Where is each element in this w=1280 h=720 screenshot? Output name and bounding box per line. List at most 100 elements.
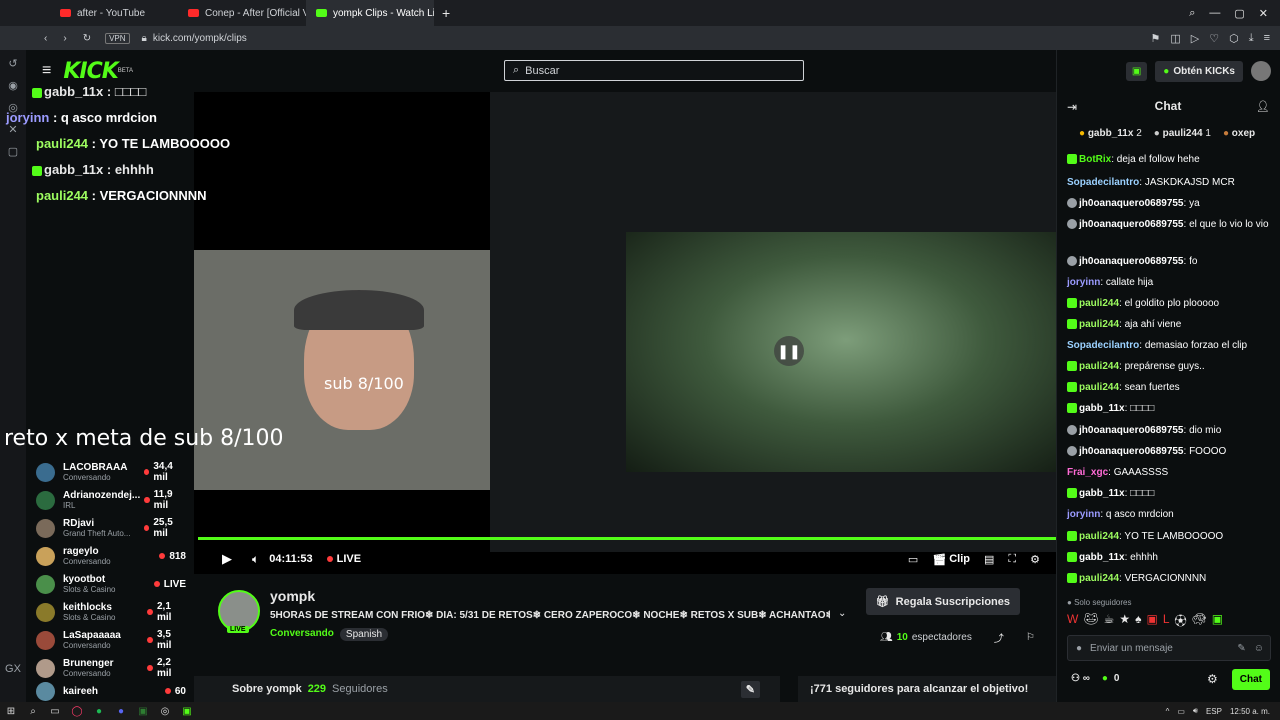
chat-username[interactable]: gabb_11x	[1079, 403, 1125, 414]
messenger-icon[interactable]: ◉	[0, 74, 26, 96]
tab-youtube-conep[interactable]: Conep - After [Official Vide	[178, 0, 306, 26]
emote-icon[interactable]: ☕︎	[1104, 612, 1115, 629]
sidebar-channel[interactable]: kyootbot Slots & Casino LIVE	[36, 570, 196, 598]
bookmark-icon[interactable]: ⚑	[1150, 32, 1160, 45]
get-kicks-button[interactable]: ● Obtén KICKs	[1155, 60, 1243, 82]
emote-icon[interactable]: ★	[1119, 612, 1130, 629]
player-icon[interactable]: ▷	[1191, 32, 1199, 45]
close-window-icon[interactable]: ✕	[1259, 7, 1268, 20]
file-explorer-icon[interactable]: ▭	[44, 702, 66, 720]
emote-icon[interactable]: 🐸︎	[1083, 612, 1098, 629]
video-progress-bar[interactable]	[198, 537, 1058, 540]
chat-username[interactable]: jh0oanaquero0689755	[1079, 256, 1184, 267]
download-icon[interactable]: ⤓	[1249, 32, 1254, 45]
search-icon[interactable]: ⌕	[22, 702, 44, 720]
chat-username[interactable]: pauli244	[1079, 319, 1119, 330]
user-avatar[interactable]	[1251, 61, 1271, 81]
tab-kick-clips[interactable]: yompk Clips - Watch Live c ×	[306, 0, 434, 26]
heart-icon[interactable]: ♡	[1209, 32, 1219, 45]
extensions-icon[interactable]: ⬡	[1229, 32, 1239, 45]
chat-settings-gear-icon[interactable]: ⚙	[1207, 672, 1218, 686]
channel-name[interactable]: yompk	[270, 588, 315, 604]
smile-icon[interactable]: ☺	[1254, 643, 1270, 654]
gx-icon[interactable]: GX	[0, 658, 26, 680]
sidebar-channel[interactable]: RDjavi Grand Theft Auto... 25,5 mil	[36, 514, 196, 542]
emote-picker-icon[interactable]: ✎	[1237, 643, 1245, 654]
gift-subs-button[interactable]: 🎁︎ Regala Suscripciones	[865, 588, 1020, 615]
chat-users-icon[interactable]: 👤︎	[1256, 100, 1270, 113]
sidebar-channel[interactable]: kaireeh 60	[36, 680, 196, 702]
gift-box-icon[interactable]: ▣	[1125, 61, 1148, 81]
chat-username[interactable]: Sopadecilantro	[1067, 340, 1139, 351]
category-link[interactable]: Conversando	[270, 628, 334, 641]
volume-tray-icon[interactable]: 🔊︎	[1193, 706, 1198, 716]
emote-icon[interactable]: ♠	[1135, 612, 1141, 629]
emote-icon[interactable]: W	[1067, 612, 1078, 629]
chat-username[interactable]: jh0oanaquero0689755	[1079, 425, 1184, 436]
minimize-icon[interactable]: —	[1209, 7, 1220, 20]
send-chat-button[interactable]: Chat	[1231, 669, 1270, 690]
sidebar-channel[interactable]: Brunenger Conversando 2,2 mil	[36, 654, 196, 682]
sidebar-channel[interactable]: rageylo Conversando 818	[36, 542, 196, 570]
emote-icon[interactable]: ▣	[1212, 612, 1223, 629]
back-icon[interactable]: ‹	[36, 33, 55, 44]
chat-username[interactable]: jh0oanaquero0689755	[1079, 219, 1184, 230]
settings-icon[interactable]: ⚙	[1030, 553, 1040, 566]
tray-chevron-icon[interactable]: ^	[1166, 707, 1170, 716]
chat-username[interactable]: joryinn	[1067, 509, 1100, 520]
opera-gx-icon[interactable]: ◯	[66, 702, 88, 720]
chat-username[interactable]: Sopadecilantro	[1067, 177, 1139, 188]
sidebar-channel[interactable]: LACOBRAAA Conversando 34,4 mil	[36, 458, 196, 486]
chat-username[interactable]: joryinn	[1067, 277, 1100, 288]
volume-icon[interactable]: 🔈︎	[242, 552, 269, 567]
sidebar-channel[interactable]: keithlocks Slots & Casino 2,1 mil	[36, 598, 196, 626]
subtitles-icon[interactable]: ▤	[984, 553, 994, 566]
clip-button[interactable]: 🎬︎ Clip	[932, 553, 970, 566]
chat-username[interactable]: Frai_xgc	[1067, 467, 1108, 478]
windows-start-icon[interactable]: ⊞	[0, 702, 22, 720]
tab-youtube-after[interactable]: after - YouTube	[50, 0, 178, 26]
snapshot-icon[interactable]: ◫	[1170, 32, 1180, 45]
discord-icon[interactable]: ●	[110, 702, 132, 720]
language-tag[interactable]: Spanish	[339, 628, 389, 641]
history-icon[interactable]: ↺	[0, 52, 26, 74]
emote-icon[interactable]: ▣	[1146, 612, 1157, 629]
chat-username[interactable]: pauli244	[1079, 298, 1119, 309]
menu-icon[interactable]: ≡	[1264, 32, 1270, 45]
chat-username[interactable]: BotRix	[1079, 154, 1111, 165]
chat-username[interactable]: jh0oanaquero0689755	[1079, 446, 1184, 457]
kick-app-icon[interactable]: ▣	[176, 702, 198, 720]
search-tabs-icon[interactable]: ⌕	[1189, 7, 1195, 20]
report-icon[interactable]: ⚐	[1026, 632, 1035, 643]
chat-username[interactable]: jh0oanaquero0689755	[1079, 198, 1184, 209]
hamburger-icon[interactable]: ≡	[26, 62, 63, 80]
chrome-icon[interactable]: ◎	[154, 702, 176, 720]
share-icon[interactable]: ⤴	[994, 630, 1004, 645]
emote-icon[interactable]: L	[1163, 612, 1170, 629]
chat-input[interactable]: ● Enviar un mensaje ✎ ☺	[1067, 635, 1271, 661]
sidebar-channel[interactable]: LaSapaaaaa Conversando 3,5 mil	[36, 626, 196, 654]
vpn-badge[interactable]: VPN	[105, 32, 130, 44]
emote-icon[interactable]: 🐢︎	[1192, 612, 1207, 629]
chat-username[interactable]: pauli244	[1079, 573, 1119, 584]
chat-settings-icon[interactable]: ●	[1076, 643, 1082, 654]
theater-icon[interactable]: ▭	[908, 553, 918, 566]
url-field[interactable]: kick.com/yompk/clips	[153, 33, 247, 44]
chevron-down-icon[interactable]: ⌄	[838, 608, 846, 619]
edit-icon[interactable]: ✎	[740, 680, 760, 698]
maximize-icon[interactable]: ▢	[1234, 7, 1244, 20]
fullscreen-icon[interactable]: ⛶	[1008, 553, 1016, 566]
clock[interactable]: 12:50 a. m.	[1230, 707, 1270, 716]
play-icon[interactable]: ▶	[194, 551, 242, 567]
emote-icon[interactable]: ⚽︎	[1175, 612, 1187, 629]
video-player[interactable]: ❚❚ sub 8/100	[194, 92, 1056, 574]
new-tab-button[interactable]: +	[434, 5, 458, 21]
forward-icon[interactable]: ›	[55, 33, 74, 44]
chat-username[interactable]: pauli244	[1079, 531, 1119, 542]
instagram-icon[interactable]: ▢	[0, 140, 26, 162]
excel-icon[interactable]: ▣	[132, 702, 154, 720]
sidebar-channel[interactable]: Adrianozendej... IRL 11,9 mil	[36, 486, 196, 514]
search-input[interactable]: ⌕ Buscar	[504, 60, 804, 81]
kick-logo[interactable]: KICK	[63, 59, 118, 84]
chat-username[interactable]: pauli244	[1079, 382, 1119, 393]
